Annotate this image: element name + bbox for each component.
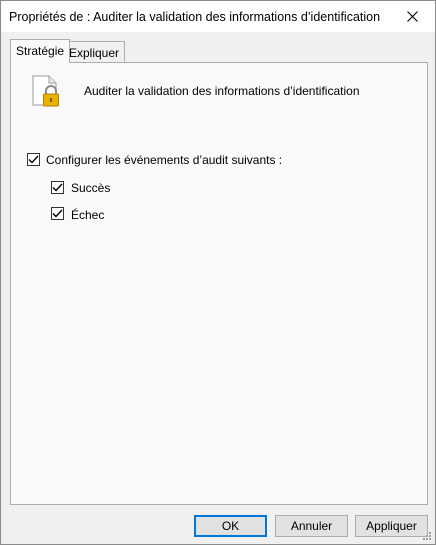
ok-button[interactable]: OK (194, 515, 267, 537)
success-label[interactable]: Succès (71, 181, 110, 195)
properties-dialog: Propriétés de : Auditer la validation de… (0, 0, 436, 545)
window-title: Propriétés de : Auditer la validation de… (9, 10, 381, 24)
resize-grip-icon[interactable] (422, 531, 432, 541)
close-icon (406, 11, 418, 22)
checkmark-icon (52, 183, 63, 192)
apply-button[interactable]: Appliquer (355, 515, 428, 537)
configure-events-label[interactable]: Configurer les événements d’audit suivan… (46, 153, 282, 167)
failure-label[interactable]: Échec (71, 208, 104, 222)
failure-checkbox[interactable] (51, 207, 64, 220)
policy-name: Auditer la validation des informations d… (84, 84, 360, 98)
close-button[interactable] (389, 1, 435, 32)
checkmark-icon (28, 155, 39, 164)
configure-events-checkbox[interactable] (27, 153, 40, 166)
document-lock-icon (32, 75, 59, 107)
cancel-button[interactable]: Annuler (275, 515, 348, 537)
success-checkbox[interactable] (51, 181, 64, 194)
title-bar[interactable]: Propriétés de : Auditer la validation de… (1, 1, 435, 32)
tab-panel (10, 62, 428, 505)
tab-strategie[interactable]: Stratégie (10, 39, 71, 63)
checkmark-icon (52, 209, 63, 218)
tab-expliquer[interactable]: Expliquer (64, 41, 126, 63)
